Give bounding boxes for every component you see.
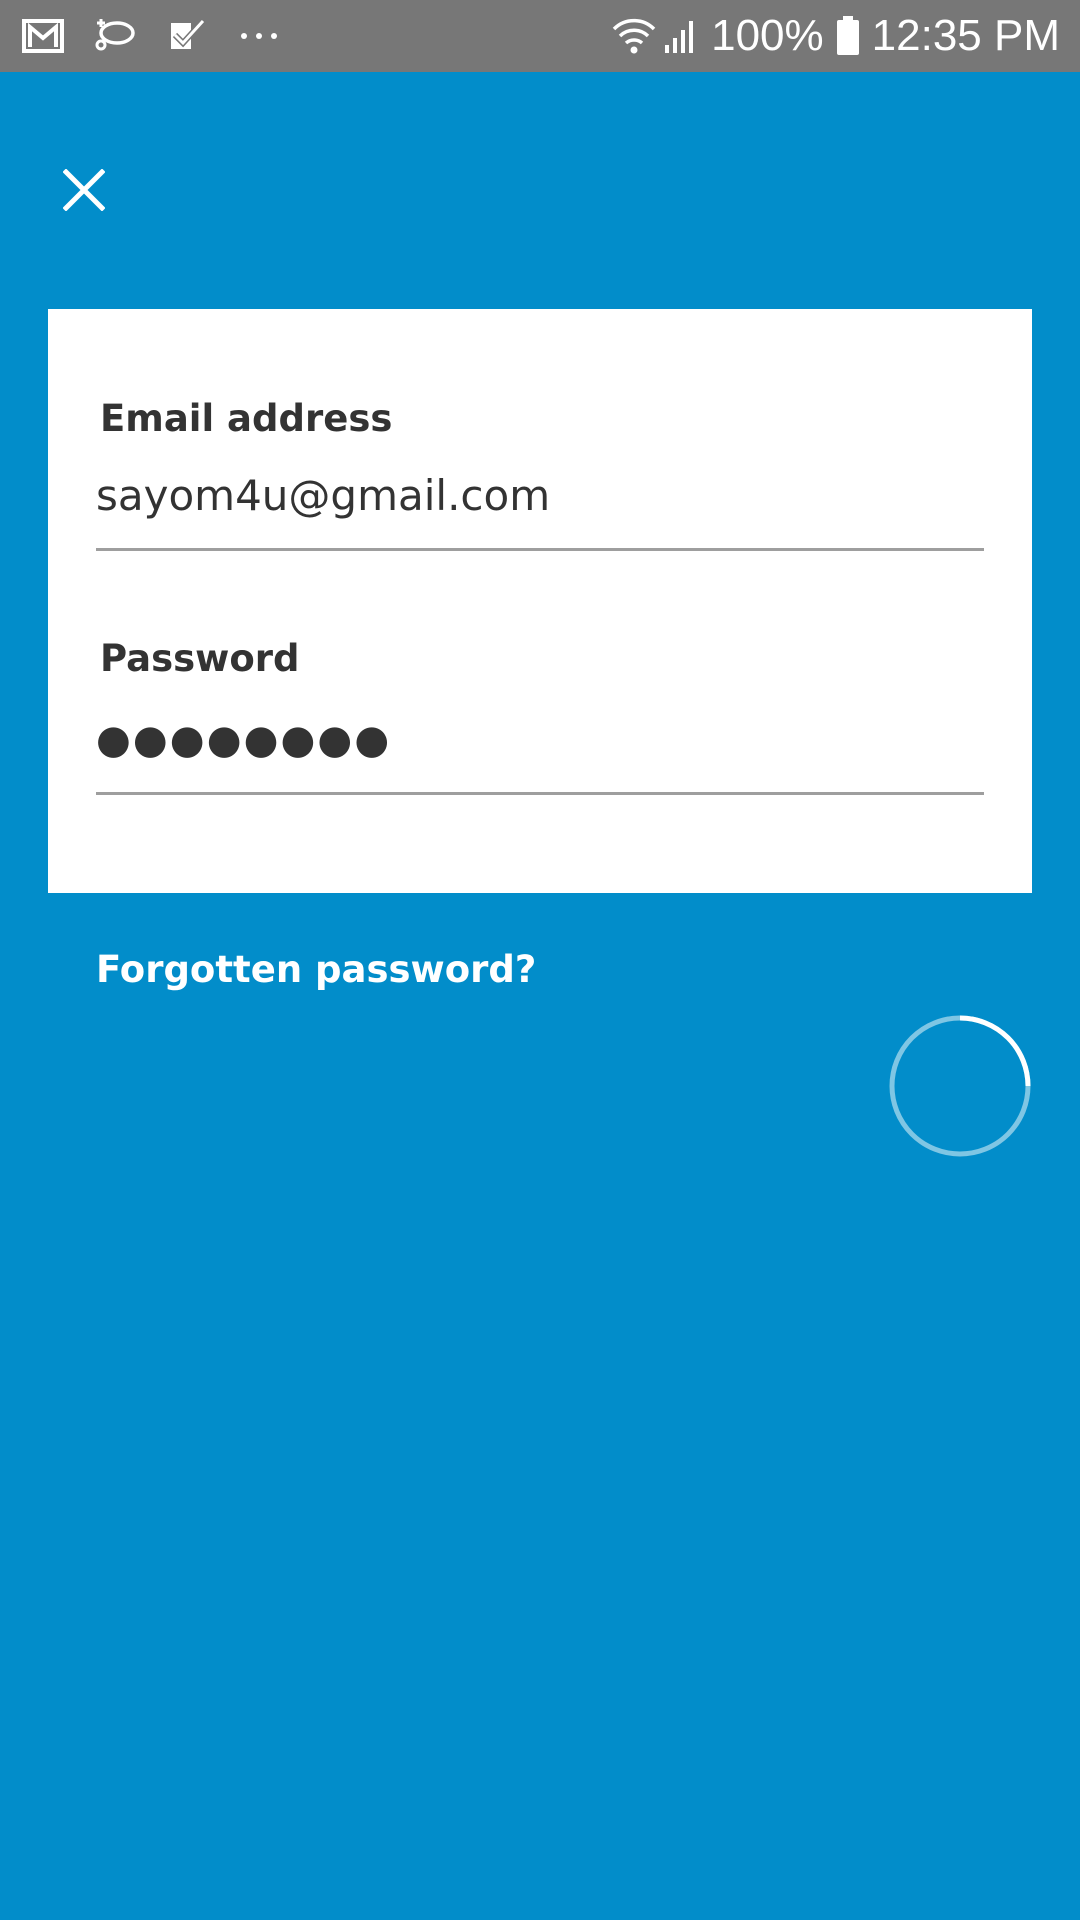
system-status: 100% 12:35 PM: [611, 8, 1060, 64]
more-dots-icon: [236, 14, 282, 58]
tasks-icon: [164, 14, 210, 58]
loading-spinner-icon: [889, 1015, 1031, 1157]
notification-icons: [20, 14, 308, 58]
password-label: Password: [100, 637, 300, 680]
close-button[interactable]: [56, 162, 112, 218]
wifi-icon: [611, 17, 657, 55]
forgot-password-link[interactable]: Forgotten password?: [96, 948, 536, 991]
password-underline: [96, 792, 984, 795]
signal-icon: [663, 17, 697, 55]
email-input[interactable]: sayom4u@gmail.com: [96, 466, 984, 526]
battery-percent: 100%: [711, 11, 824, 60]
status-bar: 100% 12:35 PM: [0, 0, 1080, 72]
login-screen: Email address sayom4u@gmail.com Password…: [0, 72, 1080, 1920]
battery-icon: [836, 16, 860, 56]
login-card: Email address sayom4u@gmail.com Password…: [48, 309, 1032, 893]
clock: 12:35 PM: [871, 11, 1060, 60]
email-underline: [96, 548, 984, 551]
email-field-group: Email address sayom4u@gmail.com: [96, 397, 984, 551]
gmail-icon: [20, 14, 66, 58]
email-label: Email address: [100, 397, 393, 440]
close-icon: [63, 169, 105, 211]
sync-icon: [92, 14, 138, 58]
password-input[interactable]: ●●●●●●●●: [96, 710, 984, 770]
password-field-group: Password ●●●●●●●●: [96, 637, 984, 795]
